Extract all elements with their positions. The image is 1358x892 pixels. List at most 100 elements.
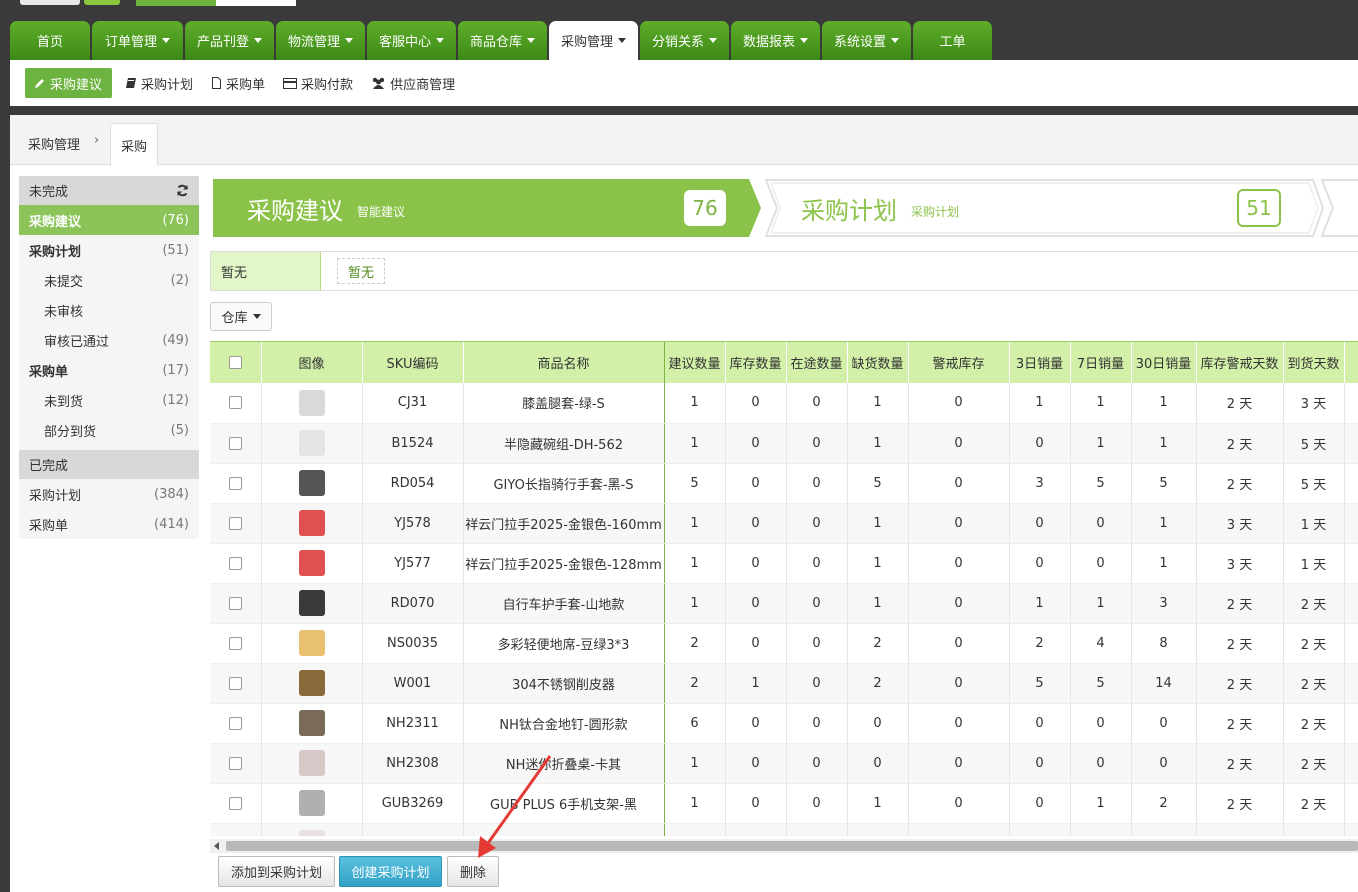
subnav-purchase-suggestion[interactable]: 采购建议: [25, 68, 113, 98]
suggest-cell: [664, 823, 726, 836]
product-thumbnail[interactable]: [298, 510, 325, 536]
sku-cell: NH2311: [362, 703, 464, 744]
nav-tab-listing[interactable]: 产品刊登: [185, 21, 274, 60]
short-cell: 1: [847, 543, 909, 584]
row-checkbox[interactable]: [228, 396, 242, 410]
product-thumbnail[interactable]: [298, 430, 325, 456]
sidebar-item-unsubmitted[interactable]: 未提交 (2): [19, 265, 199, 295]
product-thumbnail[interactable]: [298, 790, 325, 816]
alert-cell: [908, 823, 1010, 836]
row-checkbox[interactable]: [228, 556, 242, 570]
table-row[interactable]: YJ577 祥云门拉手2025-金银色-128mm 1 0 0 1 0 0 0 1 3 天1 天: [210, 543, 1358, 584]
product-thumbnail[interactable]: [298, 470, 325, 496]
row-checkbox[interactable]: [228, 636, 242, 650]
step-count-badge: 76: [684, 190, 726, 226]
scrollbar-thumb[interactable]: [226, 841, 1358, 851]
suggest-cell: 6: [664, 703, 726, 744]
create-plan-button[interactable]: 创建采购计划: [339, 856, 442, 887]
table-row[interactable]: YJ578 祥云门拉手2025-金银色-160mm 1 0 0 1 0 0 0 1 3 天1 天: [210, 503, 1358, 544]
extra-cell: [1344, 823, 1358, 836]
product-thumbnail[interactable]: [298, 750, 325, 776]
col-header: 到货天数: [1283, 342, 1345, 383]
sidebar-item-order[interactable]: 采购单 (17): [19, 355, 199, 385]
extra-cell: [1344, 743, 1358, 784]
sidebar-item-completed-order[interactable]: 采购单 (414): [19, 509, 199, 539]
nav-tab-service[interactable]: 客服中心: [367, 21, 456, 60]
breadcrumb-current-tab[interactable]: 采购: [110, 123, 158, 166]
nav-tab-reports[interactable]: 数据报表: [731, 21, 820, 60]
top-bar: 首页 订单管理 产品刊登 物流管理 客服中心 商品仓库 采购管理 分销关系 数据…: [0, 0, 1358, 60]
row-checkbox[interactable]: [228, 436, 242, 450]
caret-down-icon: [709, 38, 717, 43]
table-row[interactable]: NH2311 NH钛合金地钉-圆形款 6 0 0 0 0 0 0 0 2 天2 天: [210, 703, 1358, 744]
sidebar-item-not-arrived[interactable]: 未到货 (12): [19, 385, 199, 415]
sidebar-item-approved[interactable]: 审核已通过 (49): [19, 325, 199, 355]
select-all-checkbox[interactable]: [228, 356, 242, 369]
nav-tab-tickets[interactable]: 工单: [913, 21, 992, 60]
scroll-left-arrow-icon[interactable]: [214, 842, 219, 850]
short-cell: [847, 823, 909, 836]
filter-label: 暂无: [211, 252, 321, 290]
subnav-purchase-order[interactable]: 采购单: [206, 68, 270, 98]
delete-button[interactable]: 删除: [447, 856, 499, 887]
row-checkbox[interactable]: [228, 756, 242, 770]
table-row[interactable]: NH2308 NH迷你折叠桌-卡其 1 0 0 0 0 0 0 0 2 天2 天: [210, 743, 1358, 784]
table-row[interactable]: RD070 自行车护手套-山地款 1 0 0 1 0 1 1 3 2 天2 天: [210, 583, 1358, 624]
nav-tab-orders[interactable]: 订单管理: [92, 21, 183, 60]
filter-chip[interactable]: 暂无: [337, 258, 385, 284]
arrive-days-cell: 2 天: [1283, 783, 1345, 824]
nav-tab-purchase[interactable]: 采购管理: [549, 21, 638, 60]
product-thumbnail[interactable]: [298, 630, 325, 656]
nav-tab-home[interactable]: 首页: [10, 21, 90, 60]
step-plan[interactable]: 采购计划 采购计划 51: [765, 179, 1325, 237]
sidebar-item-suggestion[interactable]: 采购建议 (76): [19, 205, 199, 235]
row-checkbox[interactable]: [228, 716, 242, 730]
breadcrumb-parent[interactable]: 采购管理: [28, 134, 80, 153]
product-thumbnail[interactable]: [298, 710, 325, 736]
product-thumbnail[interactable]: [298, 550, 325, 576]
sidebar-item-completed-plan[interactable]: 采购计划 (384): [19, 479, 199, 509]
sidebar-item-partial-arrived[interactable]: 部分到货 (5): [19, 415, 199, 445]
nav-tab-logistics[interactable]: 物流管理: [276, 21, 365, 60]
transit-cell: 0: [786, 543, 848, 584]
row-checkbox[interactable]: [228, 596, 242, 610]
nav-tab-distribution[interactable]: 分销关系: [640, 21, 729, 60]
table-row[interactable]: NS0035 多彩轻便地席-豆绿3*3 2 0 0 2 0 2 4 8 2 天2 天: [210, 623, 1358, 664]
main-nav: 首页 订单管理 产品刊登 物流管理 客服中心 商品仓库 采购管理 分销关系 数据…: [10, 21, 994, 60]
subnav-purchase-plan[interactable]: 采购计划: [120, 68, 198, 98]
row-checkbox[interactable]: [228, 516, 242, 530]
step-suggestion[interactable]: 采购建议 智能建议 76: [213, 179, 761, 237]
sidebar-item-plan[interactable]: 采购计划 (51): [19, 235, 199, 265]
product-thumbnail[interactable]: [298, 590, 325, 616]
product-name-cell: 304不锈钢削皮器: [463, 663, 665, 704]
table-row[interactable]: CJ31 膝盖腿套-绿-S 1 0 0 1 0 1 1 1 2 天3 天: [210, 383, 1358, 424]
suggest-cell: 1: [664, 543, 726, 584]
table-row[interactable]: B1524 半隐藏碗组-DH-562 1 0 0 1 0 0 1 1 2 天5 天: [210, 423, 1358, 464]
warehouse-dropdown[interactable]: 仓库: [210, 302, 272, 331]
nav-tab-settings[interactable]: 系统设置: [822, 21, 911, 60]
subnav-purchase-payment[interactable]: 采购付款: [278, 68, 358, 98]
sidebar-header-complete: 已完成: [19, 450, 199, 479]
table-row[interactable]: [210, 823, 1358, 836]
product-thumbnail[interactable]: [298, 670, 325, 696]
col-header: 7日销量: [1070, 342, 1132, 383]
table-row[interactable]: RD054 GIYO长指骑行手套-黑-S 5 0 0 5 0 3 5 5 2 天5 天: [210, 463, 1358, 504]
row-checkbox[interactable]: [228, 476, 242, 490]
table-row[interactable]: W001 304不锈钢削皮器 2 1 0 2 0 5 5 14 2 天2 天: [210, 663, 1358, 704]
short-cell: 2: [847, 663, 909, 704]
table-row[interactable]: GUB3269 GUB PLUS 6手机支架-黑 1 0 0 1 0 0 1 2 2 天2 天: [210, 783, 1358, 824]
add-to-plan-button[interactable]: 添加到采购计划: [218, 856, 335, 887]
horizontal-scrollbar[interactable]: [210, 839, 1358, 853]
s30-cell: 3: [1131, 583, 1197, 624]
subnav-supplier-management[interactable]: 供应商管理: [366, 68, 460, 98]
nav-tab-warehouse[interactable]: 商品仓库: [458, 21, 547, 60]
row-checkbox[interactable]: [228, 796, 242, 810]
refresh-icon[interactable]: [176, 184, 189, 197]
product-image-cell: [261, 383, 363, 424]
alert-days-cell: [1196, 823, 1284, 836]
product-thumbnail[interactable]: [298, 389, 325, 416]
product-thumbnail[interactable]: [298, 830, 325, 836]
row-checkbox[interactable]: [228, 676, 242, 690]
short-cell: 0: [847, 743, 909, 784]
sidebar-item-unreviewed[interactable]: 未审核: [19, 295, 199, 325]
